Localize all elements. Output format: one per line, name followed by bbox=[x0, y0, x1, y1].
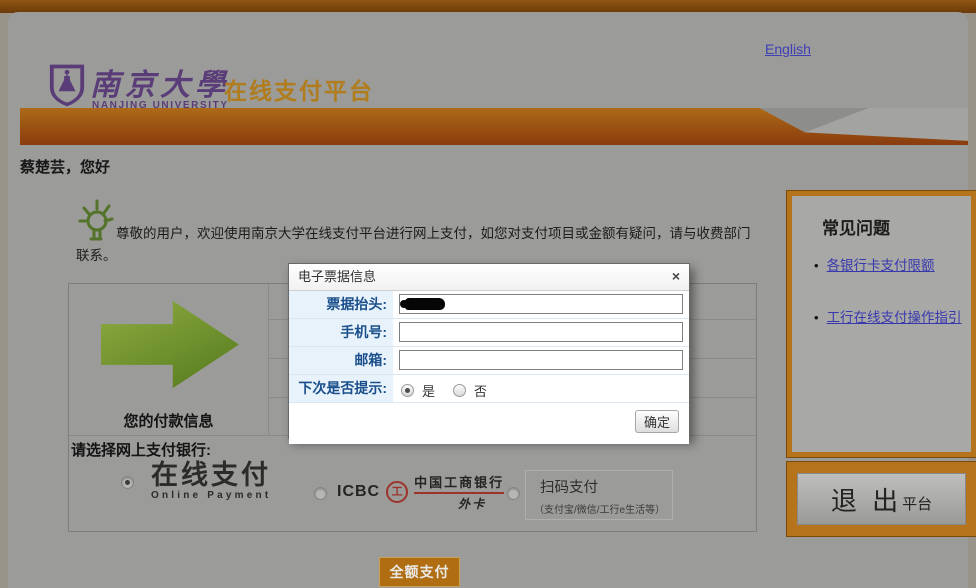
icbc-foreign-card-label: 外卡 bbox=[414, 495, 504, 512]
university-name-cn: 南京大學 bbox=[90, 60, 230, 104]
full-payment-button[interactable]: 全额支付 bbox=[379, 557, 460, 587]
remind-row: 下次是否提示: 是 否 bbox=[289, 375, 689, 403]
faq-link-list: • 各银行卡支付限额 • 工行在线支付操作指引 bbox=[814, 257, 971, 327]
redacted-value bbox=[405, 298, 445, 310]
e-invoice-dialog: 电子票据信息 × 票据抬头: 手机号: 邮箱: 下次是否提示: 是 否 bbox=[288, 263, 690, 439]
list-item: • 工行在线支付操作指引 bbox=[814, 309, 971, 327]
online-payment-logo-en: Online Payment bbox=[151, 490, 271, 501]
icbc-logo[interactable]: ICBC 工 中国工商银行 外卡 bbox=[337, 472, 504, 512]
remind-yes-radio[interactable] bbox=[401, 384, 414, 397]
online-payment-logo[interactable]: 在线支付 Online Payment bbox=[151, 462, 271, 501]
exit-panel: 退 出 平台 bbox=[787, 462, 976, 536]
email-label: 邮箱: bbox=[289, 347, 393, 374]
bullet-icon: • bbox=[814, 309, 819, 327]
dialog-header: 电子票据信息 × bbox=[289, 264, 689, 291]
payment-platform-page: English 南京大學 NANJING UNIVERSITY 在线支付平台 蔡… bbox=[0, 0, 976, 588]
exit-platform-button[interactable]: 退 出 平台 bbox=[797, 473, 966, 525]
payment-info-label: 您的付款信息 bbox=[69, 410, 268, 431]
welcome-message: 尊敬的用户，欢迎使用南京大学在线支付平台进行网上支付，如您对支付项目或金额有疑问… bbox=[76, 223, 756, 267]
scan-pay-sublabel: （支付宝/微信/工行e生活等） bbox=[526, 497, 672, 516]
icbc-name-stack: 中国工商银行 外卡 bbox=[414, 472, 504, 512]
green-arrow-icon bbox=[101, 296, 239, 393]
phone-row: 手机号: bbox=[289, 319, 689, 347]
remind-yes-label: 是 bbox=[422, 381, 435, 400]
bullet-icon: • bbox=[814, 257, 819, 275]
online-payment-logo-cn: 在线支付 bbox=[151, 462, 271, 489]
user-greeting: 蔡楚芸，您好 bbox=[20, 156, 110, 177]
icbc-wordmark: ICBC bbox=[337, 483, 380, 501]
close-icon[interactable]: × bbox=[672, 268, 680, 284]
university-shield-icon bbox=[48, 62, 86, 109]
faq-title: 常见问题 bbox=[822, 214, 971, 239]
faq-link-bank-limits[interactable]: 各银行卡支付限额 bbox=[827, 257, 935, 275]
bank-select-label: 请选择网上支付银行: bbox=[71, 439, 211, 460]
phone-label: 手机号: bbox=[289, 319, 393, 346]
remind-radio-group: 是 否 bbox=[401, 381, 497, 400]
icbc-logo-icon: 工 bbox=[386, 481, 408, 503]
scan-pay-label: 扫码支付 bbox=[526, 471, 672, 497]
invoice-title-row: 票据抬头: bbox=[289, 291, 689, 319]
platform-title: 在线支付平台 bbox=[224, 72, 374, 106]
exit-button-sub-label: 平台 bbox=[902, 493, 932, 514]
online-payment-radio[interactable] bbox=[121, 476, 134, 489]
icbc-radio[interactable] bbox=[314, 487, 327, 500]
email-row: 邮箱: bbox=[289, 347, 689, 375]
list-item: • 各银行卡支付限额 bbox=[814, 257, 971, 275]
scan-pay-radio[interactable] bbox=[507, 487, 520, 500]
english-language-link[interactable]: English bbox=[765, 41, 811, 57]
remind-no-label: 否 bbox=[474, 381, 487, 400]
payment-info-cell: 您的付款信息 bbox=[69, 284, 269, 435]
dialog-title: 电子票据信息 bbox=[289, 264, 689, 290]
scan-pay-option[interactable]: 扫码支付 （支付宝/微信/工行e生活等） bbox=[525, 470, 673, 520]
faq-link-icbc-guide[interactable]: 工行在线支付操作指引 bbox=[827, 309, 962, 327]
email-input[interactable] bbox=[399, 350, 683, 370]
exit-button-main-label: 退 出 bbox=[831, 481, 902, 518]
icbc-name-cn: 中国工商银行 bbox=[414, 472, 504, 494]
phone-input[interactable] bbox=[399, 322, 683, 342]
dialog-footer: 确定 bbox=[289, 403, 689, 444]
remind-label: 下次是否提示: bbox=[289, 375, 393, 402]
nav-banner bbox=[20, 108, 968, 145]
confirm-button[interactable]: 确定 bbox=[635, 410, 679, 433]
faq-panel: 常见问题 • 各银行卡支付限额 • 工行在线支付操作指引 bbox=[787, 191, 976, 457]
invoice-title-label: 票据抬头: bbox=[289, 291, 393, 318]
remind-no-radio[interactable] bbox=[453, 384, 466, 397]
